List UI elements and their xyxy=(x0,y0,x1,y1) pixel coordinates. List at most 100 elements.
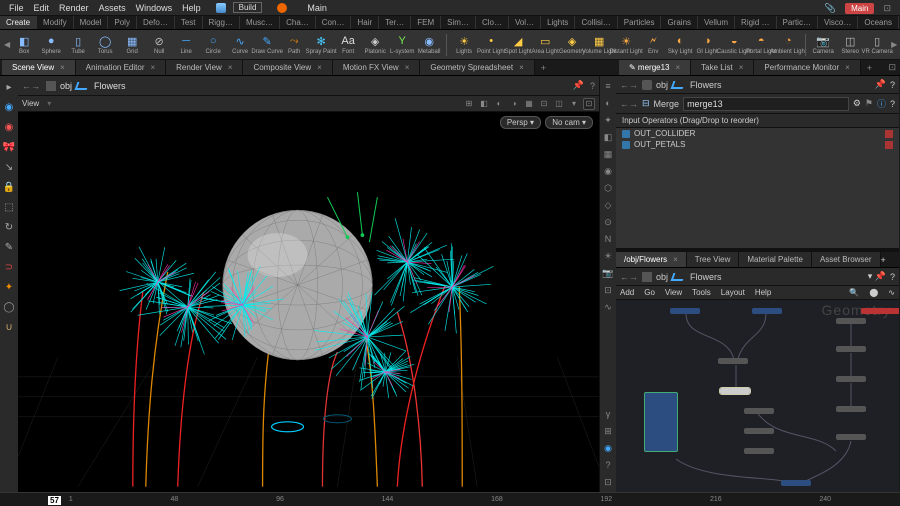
shelf-tab[interactable]: Vol… xyxy=(509,16,541,29)
disp-icon[interactable]: ∿ xyxy=(600,301,616,313)
network-node[interactable] xyxy=(744,448,774,454)
scene-tab[interactable]: Render View× xyxy=(166,60,243,75)
shelf-item[interactable]: ▦Volume Light xyxy=(586,31,612,58)
close-icon[interactable]: × xyxy=(676,63,681,72)
window-pin-icon[interactable]: ⊡ xyxy=(878,3,896,14)
shelf-item[interactable]: ▯VR Camera xyxy=(864,31,890,58)
shelf-item[interactable]: ✎Draw Curve xyxy=(254,31,280,58)
network-menu-item[interactable]: View xyxy=(665,288,682,297)
shelf-tab[interactable]: Sim… xyxy=(441,16,476,29)
network-canvas[interactable]: Geometry xyxy=(616,300,899,492)
shelf-item[interactable]: ▦Grid xyxy=(119,31,145,58)
timeline[interactable]: 14896144168192216240 57 xyxy=(0,492,900,506)
vp-icon[interactable]: ◫ xyxy=(553,98,565,110)
shelf[interactable]: ◀◧Box●Sphere▯Tube◯Torus▦Grid⊘Null─Line○C… xyxy=(0,30,900,60)
viewport-canvas[interactable]: Persp ▾ No cam ▾ xyxy=(18,112,599,492)
disp-icon[interactable]: ◉ xyxy=(600,442,616,454)
view-dropdown[interactable]: View xyxy=(22,99,39,108)
network-node-selected[interactable] xyxy=(720,388,750,394)
help-icon[interactable]: ? xyxy=(890,99,895,109)
shelf-item[interactable]: ◯Torus xyxy=(92,31,118,58)
shelf-tab[interactable]: Vellum xyxy=(698,16,735,29)
delete-icon[interactable] xyxy=(885,141,893,149)
shelf-tab[interactable]: Modify xyxy=(37,16,74,29)
gear-icon[interactable]: ⚙ xyxy=(853,98,861,109)
shelf-tab[interactable]: Musc… xyxy=(240,16,280,29)
flag-icon[interactable]: ⚑ xyxy=(865,98,873,109)
network-node[interactable] xyxy=(718,358,748,364)
help-icon[interactable]: ? xyxy=(890,272,895,282)
close-icon[interactable]: × xyxy=(150,63,155,72)
disp-icon[interactable]: ⊡ xyxy=(600,476,616,488)
delete-icon[interactable] xyxy=(885,130,893,138)
menubar[interactable]: File Edit Render Assets Windows Help Bui… xyxy=(0,0,900,16)
close-icon[interactable]: × xyxy=(405,63,410,72)
shelf-item[interactable]: ◫Stereo xyxy=(837,31,863,58)
network-node[interactable] xyxy=(836,376,866,382)
tool-axis-icon[interactable]: ✦ xyxy=(0,280,18,294)
tool-magnet-icon[interactable]: ⊃ xyxy=(0,260,18,274)
scene-tabs[interactable]: Scene View×Animation Editor×Render View×… xyxy=(0,60,617,76)
shelf-tab[interactable]: Partic… xyxy=(777,16,818,29)
network-node[interactable] xyxy=(744,428,774,434)
param-path-obj[interactable]: obj xyxy=(656,80,668,90)
vp-icon[interactable]: ◧ xyxy=(478,98,490,110)
param-tab[interactable]: ✎ merge13× xyxy=(619,60,691,75)
nav-icon[interactable]: ←→ xyxy=(620,99,638,109)
disp-icon[interactable]: ≡ xyxy=(600,80,616,92)
tool-lock-icon[interactable]: 🔒 xyxy=(0,180,18,194)
disp-icon[interactable]: ◧ xyxy=(600,131,616,143)
current-frame[interactable]: 57 xyxy=(48,496,61,505)
shelf-item[interactable]: 🗲Env xyxy=(640,31,666,58)
menu-file[interactable]: File xyxy=(4,3,29,13)
disp-icon[interactable]: ⊡ xyxy=(600,284,616,296)
radial-main[interactable]: Main xyxy=(302,3,332,13)
close-icon[interactable]: × xyxy=(519,63,524,72)
disp-icon[interactable]: ▦ xyxy=(600,148,616,160)
scene-tab[interactable]: Animation Editor× xyxy=(76,60,166,75)
network-node[interactable] xyxy=(670,308,700,314)
shelf-item[interactable]: ☀Distant Light xyxy=(613,31,639,58)
shelf-tab[interactable]: Poly xyxy=(108,16,137,29)
shelf-tab[interactable]: Rigid … xyxy=(735,16,776,29)
shelf-item[interactable]: ◢Spot Light xyxy=(505,31,531,58)
pin-icon[interactable]: 📌 xyxy=(573,80,584,91)
viewport-toolbar[interactable]: View ▾ ⊞◧ ◐◑ ▦⊡ ◫▾ ⊡ xyxy=(18,96,599,112)
network-tab[interactable]: Tree View xyxy=(687,252,740,267)
param-path-node[interactable]: Flowers xyxy=(690,80,722,90)
net-color-icon[interactable]: ⬤ xyxy=(869,288,878,297)
network-node[interactable] xyxy=(836,434,866,440)
tool-color-icon[interactable]: ◉ xyxy=(0,100,18,114)
shelf-item[interactable]: ⤳Path xyxy=(281,31,307,58)
network-tab[interactable]: Material Palette xyxy=(739,252,812,267)
tool-cup-icon[interactable]: ∪ xyxy=(0,320,18,334)
disp-icon[interactable]: ◉ xyxy=(600,165,616,177)
menu-render[interactable]: Render xyxy=(54,3,94,13)
disp-icon[interactable]: ⬡ xyxy=(600,182,616,194)
path-node[interactable]: Flowers xyxy=(94,81,126,91)
scene-tab[interactable]: Scene View× xyxy=(2,60,76,75)
param-tab[interactable]: Take List× xyxy=(691,60,754,75)
shelf-tab[interactable]: Con… xyxy=(316,16,352,29)
param-tabs[interactable]: ✎ merge13×Take List×Performance Monitor×… xyxy=(617,60,900,76)
network-node[interactable] xyxy=(836,346,866,352)
close-icon[interactable]: × xyxy=(317,63,322,72)
vp-icon[interactable]: ⊡ xyxy=(583,98,595,110)
close-icon[interactable]: × xyxy=(228,63,233,72)
nav-back-icon[interactable]: ←→ xyxy=(22,81,40,91)
path-obj[interactable]: obj xyxy=(60,81,72,91)
shelf-item[interactable]: ●Sphere xyxy=(38,31,64,58)
shelf-item[interactable]: ◐Sky Light xyxy=(667,31,693,58)
shelf-tab[interactable]: Test xyxy=(175,16,203,29)
network-tab[interactable]: Asset Browser xyxy=(812,252,881,267)
menu-edit[interactable]: Edit xyxy=(29,3,55,13)
shelf-tab[interactable]: Collisi… xyxy=(575,16,617,29)
tool-loop-icon[interactable]: ↻ xyxy=(0,220,18,234)
shelf-item[interactable]: ─Line xyxy=(173,31,199,58)
net-path-obj[interactable]: obj xyxy=(656,272,668,282)
shelf-item[interactable]: ✻Spray Paint xyxy=(308,31,334,58)
nav-icon[interactable]: ←→ xyxy=(620,80,638,90)
shelf-tab[interactable]: Cha… xyxy=(280,16,316,29)
shelf-tab[interactable]: Rigg… xyxy=(203,16,240,29)
menu-help[interactable]: Help xyxy=(177,3,206,13)
